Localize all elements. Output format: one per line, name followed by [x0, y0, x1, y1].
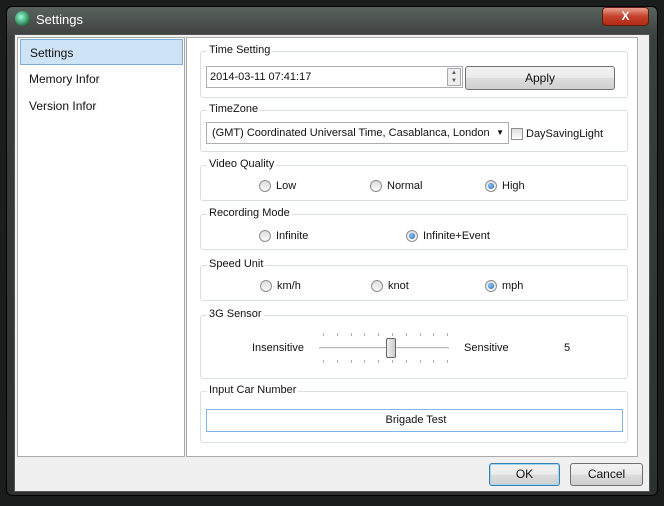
slider-tick	[392, 333, 393, 336]
spin-down-icon[interactable]: ▼	[448, 77, 460, 85]
sensor-slider-track[interactable]	[319, 347, 449, 349]
ok-button[interactable]: OK	[489, 463, 560, 486]
sensor-value: 5	[564, 342, 571, 354]
car-number-input[interactable]: Brigade Test	[206, 409, 623, 432]
radio-label: Infinite+Event	[423, 230, 490, 242]
radio-label: km/h	[277, 280, 301, 292]
group-legend: Recording Mode	[207, 207, 292, 219]
speed-knot-radio[interactable]: knot	[371, 280, 409, 292]
slider-tick	[447, 360, 449, 363]
timezone-select[interactable]: (GMT) Coordinated Universal Time, Casabl…	[206, 122, 509, 144]
close-button[interactable]: X	[602, 7, 649, 26]
sidebar-item-memory-infor[interactable]: Memory Infor	[20, 66, 183, 92]
group-legend: TimeZone	[207, 103, 261, 115]
slider-tick	[364, 360, 366, 363]
radio-label: mph	[502, 280, 524, 292]
sidebar-item-settings[interactable]: Settings	[20, 39, 183, 65]
slider-tick	[433, 333, 435, 336]
daylight-saving-checkbox[interactable]	[511, 128, 523, 140]
slider-tick	[350, 333, 352, 336]
spin-up-icon[interactable]: ▲	[448, 69, 460, 77]
slider-tick	[336, 333, 338, 336]
slider-tick	[323, 360, 324, 363]
window-title: Settings	[36, 12, 83, 27]
slider-tick	[419, 360, 421, 363]
video-quality-high-radio[interactable]: High	[485, 180, 525, 192]
video-quality-normal-radio[interactable]: Normal	[370, 180, 422, 192]
app-icon	[15, 11, 30, 26]
radio-label: Normal	[387, 180, 423, 192]
slider-tick	[364, 333, 366, 336]
sidebar: Settings Memory Infor Version Infor	[17, 37, 185, 457]
slider-tick	[378, 333, 380, 336]
apply-button[interactable]: Apply	[465, 66, 615, 90]
speed-kmh-radio[interactable]: km/h	[260, 280, 301, 292]
recording-infinite-event-radio[interactable]: Infinite+Event	[406, 230, 490, 242]
radio-label: knot	[388, 280, 409, 292]
sensitive-label: Sensitive	[464, 342, 509, 354]
video-quality-low-radio[interactable]: Low	[259, 180, 296, 192]
group-legend: Speed Unit	[207, 258, 266, 270]
group-legend: Time Setting	[207, 44, 273, 56]
chevron-down-icon: ▼	[496, 128, 504, 137]
group-legend: 3G Sensor	[207, 308, 264, 320]
slider-tick	[336, 360, 338, 363]
cancel-button[interactable]: Cancel	[570, 463, 643, 486]
slider-tick	[405, 360, 407, 363]
slider-tick	[378, 360, 380, 363]
slider-tick	[447, 333, 449, 336]
radio-label: Low	[276, 180, 297, 192]
insensitive-label: Insensitive	[252, 342, 304, 354]
radio-label: Infinite	[276, 230, 309, 242]
sidebar-item-version-infor[interactable]: Version Infor	[20, 93, 183, 119]
datetime-spinner[interactable]: ▲ ▼	[447, 68, 461, 86]
slider-tick	[350, 360, 352, 363]
daylight-saving-label: DaySavingLight	[526, 128, 604, 140]
slider-tick	[405, 333, 407, 336]
group-legend: Video Quality	[207, 158, 277, 170]
recording-infinite-radio[interactable]: Infinite	[259, 230, 308, 242]
sensor-slider-thumb[interactable]	[386, 338, 396, 358]
speed-mph-radio[interactable]: mph	[485, 280, 523, 292]
timezone-value: (GMT) Coordinated Universal Time, Casabl…	[212, 127, 490, 139]
radio-label: High	[502, 180, 525, 192]
slider-tick	[419, 333, 421, 336]
slider-tick	[392, 360, 393, 363]
slider-tick	[323, 333, 324, 336]
slider-tick	[433, 360, 435, 363]
group-legend: Input Car Number	[207, 384, 299, 396]
datetime-input[interactable]: 2014-03-11 07:41:17	[206, 66, 463, 88]
